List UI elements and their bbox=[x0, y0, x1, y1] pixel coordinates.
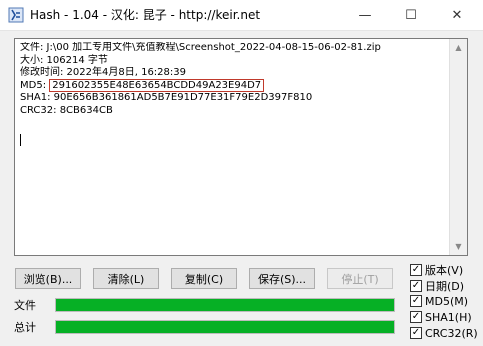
browse-button[interactable]: 浏览(B)... bbox=[15, 268, 81, 289]
crc32-line: CRC32: 8CB634CB bbox=[20, 104, 113, 116]
window-title: Hash - 1.04 - 汉化: 昆子 - http://keir.net bbox=[30, 8, 261, 22]
text-caret bbox=[20, 133, 21, 146]
md5-line: MD5: 291602355E48E63654BCDD49A23E94D7 bbox=[20, 78, 450, 93]
version-checkbox[interactable]: ✓ bbox=[410, 263, 422, 276]
sha1-checkbox[interactable]: ✓ bbox=[410, 311, 422, 324]
title-bar: Hash - 1.04 - 汉化: 昆子 - http://keir.net —… bbox=[0, 0, 483, 31]
scroll-down-icon[interactable]: ▼ bbox=[450, 238, 467, 255]
hash-output-content: 文件: J:\00 加工专用文件\充值教程\Screenshot_2022-04… bbox=[20, 42, 450, 150]
minimize-button[interactable]: — bbox=[342, 0, 388, 30]
option-md5[interactable]: ✓ MD5(M) bbox=[410, 294, 478, 310]
md5-value: 291602355E48E63654BCDD49A23E94D7 bbox=[49, 78, 265, 92]
file-progress-fill bbox=[56, 299, 394, 311]
option-crc32[interactable]: ✓ CRC32(R) bbox=[410, 325, 478, 341]
hash-output-textarea[interactable]: 文件: J:\00 加工专用文件\充值教程\Screenshot_2022-04… bbox=[14, 38, 468, 256]
hash-options: ✓ 版本(V) ✓ 日期(D) ✓ MD5(M) ✓ SHA1(H) ✓ CRC… bbox=[410, 262, 478, 341]
hash-app-icon bbox=[8, 7, 24, 23]
total-progress-label: 总计 bbox=[14, 321, 36, 334]
date-checkbox[interactable]: ✓ bbox=[410, 279, 422, 292]
clear-button[interactable]: 清除(L) bbox=[93, 268, 159, 289]
date-label: 日期(D) bbox=[425, 279, 465, 293]
file-progress-bar bbox=[55, 298, 395, 312]
file-progress-label: 文件 bbox=[14, 299, 36, 312]
close-icon: ✕ bbox=[451, 7, 463, 23]
scroll-up-icon[interactable]: ▲ bbox=[450, 39, 467, 56]
modified-time-line: 修改时间: 2022年4月8日, 16:28:39 bbox=[20, 67, 186, 78]
file-path-line: 文件: J:\00 加工专用文件\充值教程\Screenshot_2022-04… bbox=[20, 42, 381, 53]
copy-button[interactable]: 复制(C) bbox=[171, 268, 237, 289]
minimize-icon: — bbox=[358, 7, 372, 23]
sha1-option-label: SHA1(H) bbox=[425, 310, 472, 324]
close-button[interactable]: ✕ bbox=[434, 0, 480, 30]
option-date[interactable]: ✓ 日期(D) bbox=[410, 278, 478, 294]
md5-option-label: MD5(M) bbox=[425, 294, 469, 308]
sha1-line: SHA1: 90E656B361861AD5B7E91D77E31F79E2D3… bbox=[20, 92, 313, 103]
stop-button[interactable]: 停止(T) bbox=[327, 268, 393, 289]
maximize-button[interactable]: ☐ bbox=[388, 0, 434, 30]
save-button[interactable]: 保存(S)... bbox=[249, 268, 315, 289]
md5-label: MD5: bbox=[20, 79, 50, 91]
total-progress-fill bbox=[56, 321, 394, 333]
total-progress-bar bbox=[55, 320, 395, 334]
empty-line bbox=[20, 117, 450, 130]
maximize-icon: ☐ bbox=[405, 7, 417, 23]
vertical-scrollbar[interactable]: ▲ ▼ bbox=[449, 39, 467, 255]
option-sha1[interactable]: ✓ SHA1(H) bbox=[410, 309, 478, 325]
file-size-line: 大小: 106214 字节 bbox=[20, 54, 108, 66]
version-label: 版本(V) bbox=[425, 263, 464, 277]
option-version[interactable]: ✓ 版本(V) bbox=[410, 262, 478, 278]
crc32-option-label: CRC32(R) bbox=[425, 326, 478, 340]
crc32-checkbox[interactable]: ✓ bbox=[410, 327, 422, 340]
md5-checkbox[interactable]: ✓ bbox=[410, 295, 422, 308]
